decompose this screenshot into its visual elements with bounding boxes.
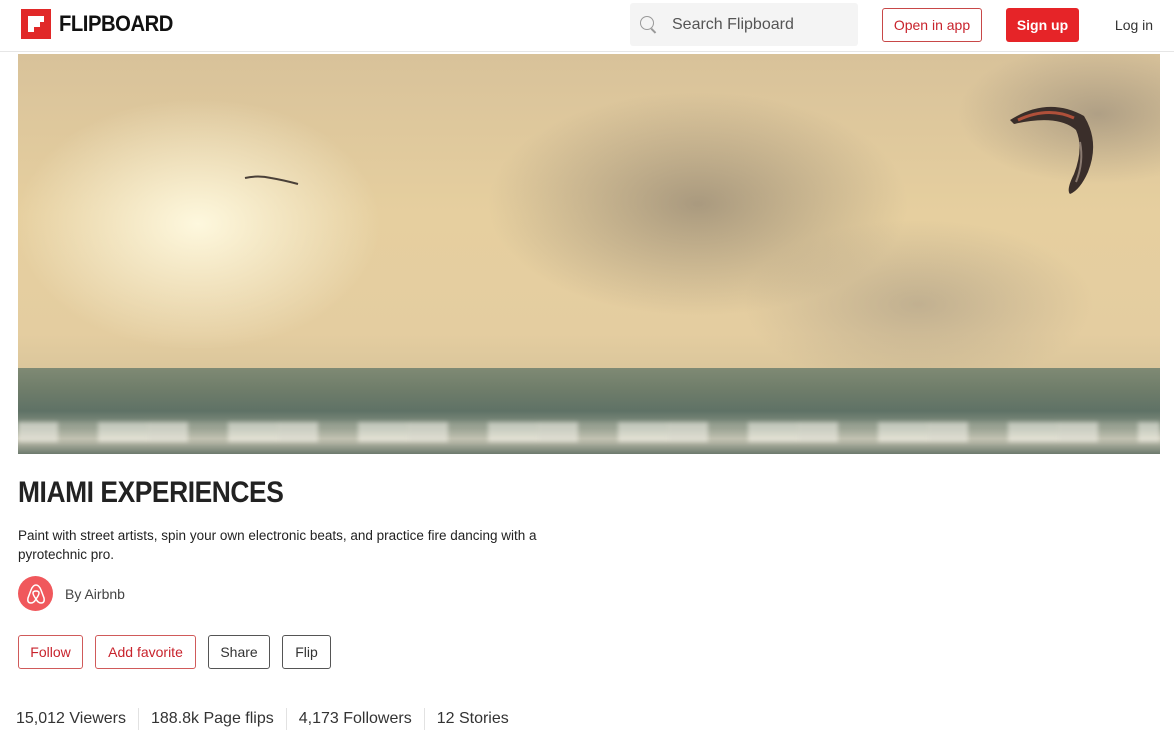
stat-stories: 12 Stories xyxy=(423,708,521,730)
author-name[interactable]: By Airbnb xyxy=(65,586,125,602)
search-icon xyxy=(640,15,658,34)
open-in-app-button[interactable]: Open in app xyxy=(882,8,982,42)
share-button[interactable]: Share xyxy=(208,635,270,669)
brand-name: FLIPBOARD xyxy=(59,11,173,36)
top-bar: FLIPBOARD Open in app Sign up Log in xyxy=(0,0,1174,52)
sea-foam xyxy=(18,422,1160,442)
search-input[interactable] xyxy=(672,15,852,34)
airbnb-logo-icon[interactable] xyxy=(18,576,53,611)
add-favorite-button[interactable]: Add favorite xyxy=(95,635,196,669)
hero-image xyxy=(18,54,1160,454)
magazine-description: Paint with street artists, spin your own… xyxy=(18,528,537,562)
flip-button[interactable]: Flip xyxy=(282,635,331,669)
author[interactable]: By Airbnb xyxy=(18,576,125,611)
bird-icon xyxy=(244,175,299,185)
magazine-title: MIAMI EXPERIENCES xyxy=(18,476,284,509)
search-box[interactable] xyxy=(630,3,858,46)
stat-followers: 4,173 Followers xyxy=(285,708,424,730)
sign-up-button[interactable]: Sign up xyxy=(1006,8,1079,42)
flipboard-logo-icon xyxy=(21,9,51,39)
flipboard-logo[interactable]: FLIPBOARD xyxy=(21,9,183,39)
follow-button[interactable]: Follow xyxy=(18,635,83,669)
kite-icon xyxy=(1010,106,1094,194)
action-buttons: Follow Add favorite Share Flip xyxy=(18,635,331,669)
stat-viewers: 15,012 Viewers xyxy=(16,710,126,727)
stat-page-flips: 188.8k Page flips xyxy=(138,708,286,730)
magazine-stats: 15,012 Viewers 188.8k Page flips 4,173 F… xyxy=(16,708,521,730)
log-in-button[interactable]: Log in xyxy=(1110,8,1158,42)
